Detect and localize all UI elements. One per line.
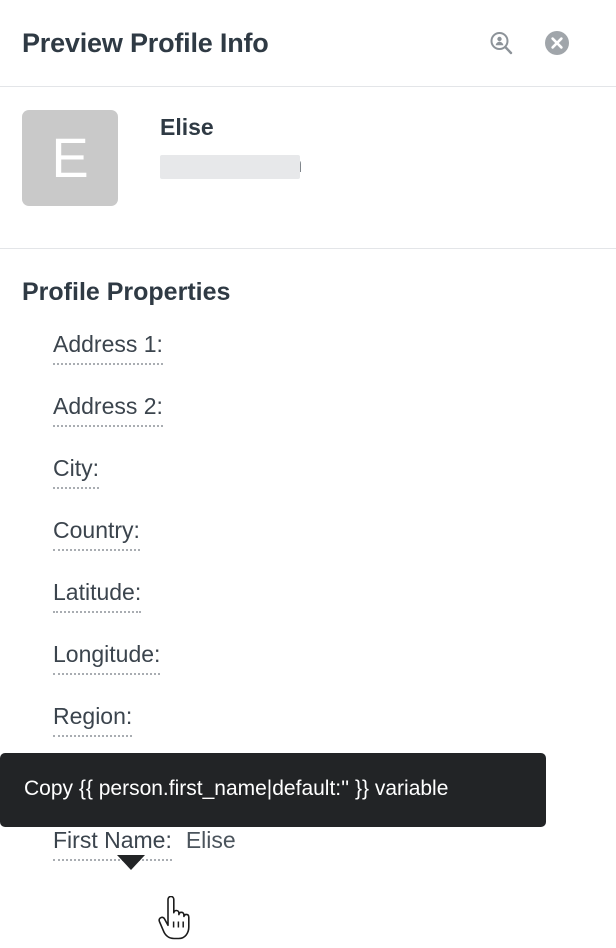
property-label[interactable]: Region: bbox=[53, 703, 133, 738]
property-label[interactable]: Longitude: bbox=[53, 641, 161, 676]
header-actions bbox=[488, 30, 594, 56]
copy-variable-tooltip: Copy {{ person.first_name|default:'' }} … bbox=[0, 753, 546, 827]
tooltip-arrow-icon bbox=[117, 855, 145, 870]
search-person-icon[interactable] bbox=[488, 30, 514, 56]
property-label[interactable]: First Name: bbox=[53, 827, 172, 862]
profile-identity: Elise օ@gmail.com bbox=[160, 110, 302, 180]
property-row-latitude: Latitude: bbox=[53, 579, 594, 614]
property-label[interactable]: Latitude: bbox=[53, 579, 142, 614]
email-redaction-block bbox=[160, 155, 300, 180]
property-row-region: Region: bbox=[53, 703, 594, 738]
section-title: Profile Properties bbox=[22, 278, 231, 306]
profile-email: օ@gmail.com bbox=[160, 151, 302, 180]
property-row-address-2: Address 2: bbox=[53, 393, 594, 428]
property-row-longitude: Longitude: bbox=[53, 641, 594, 676]
property-row-country: Country: bbox=[53, 517, 594, 552]
profile-name: Elise bbox=[160, 114, 214, 140]
profile-summary: E Elise օ@gmail.com bbox=[0, 87, 616, 249]
close-circle-icon[interactable] bbox=[544, 30, 570, 56]
property-row-city: City: bbox=[53, 455, 594, 490]
avatar: E bbox=[22, 110, 118, 206]
property-value: Elise bbox=[185, 827, 236, 853]
dialog-header: Preview Profile Info bbox=[0, 0, 616, 87]
property-row-address-1: Address 1: bbox=[53, 331, 594, 366]
property-label[interactable]: Address 2: bbox=[53, 393, 163, 428]
property-label[interactable]: Address 1: bbox=[53, 331, 163, 366]
pointer-hand-cursor bbox=[158, 895, 192, 945]
page-title: Preview Profile Info bbox=[22, 27, 269, 58]
property-label[interactable]: City: bbox=[53, 455, 99, 490]
property-label[interactable]: Country: bbox=[53, 517, 140, 552]
